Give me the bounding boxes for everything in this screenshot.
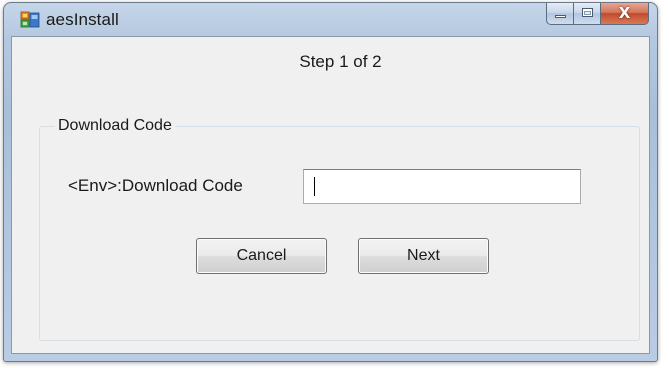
close-icon: X xyxy=(618,4,631,22)
next-button[interactable]: Next xyxy=(358,238,489,274)
download-code-groupbox xyxy=(39,126,640,341)
close-button[interactable]: X xyxy=(601,3,649,25)
maximize-icon xyxy=(582,8,593,17)
caption-buttons: X xyxy=(546,3,649,25)
maximize-button[interactable] xyxy=(574,3,601,25)
minimize-icon xyxy=(555,15,566,18)
minimize-button[interactable] xyxy=(546,3,574,25)
window-title: aesInstall xyxy=(46,10,119,29)
step-indicator-text: Step 1 of 2 xyxy=(299,52,382,71)
step-indicator: Step 1 of 2 xyxy=(0,52,669,72)
download-code-input[interactable] xyxy=(303,169,581,204)
title-bar[interactable]: aesInstall X xyxy=(4,3,657,37)
cancel-button[interactable]: Cancel xyxy=(196,238,327,274)
groupbox-title: Download Code xyxy=(55,117,175,135)
download-code-label: <Env>:Download Code xyxy=(68,176,243,195)
installer-app-icon xyxy=(20,11,40,28)
